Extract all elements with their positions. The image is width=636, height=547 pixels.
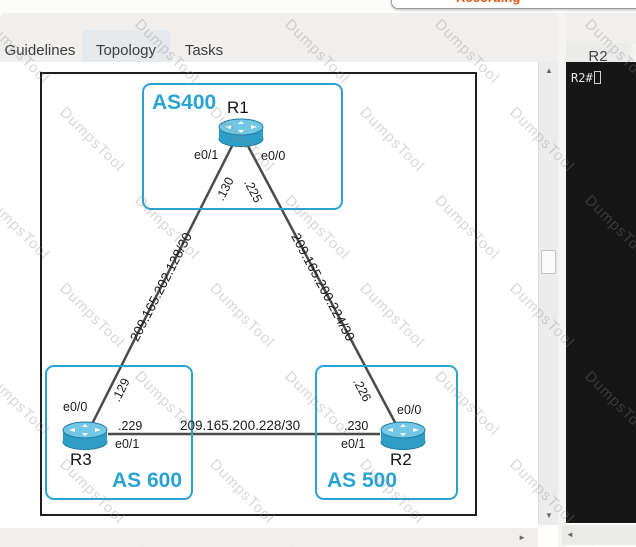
scroll-down-icon[interactable]: ▼ — [545, 512, 553, 520]
notification-popup: Recording — [391, 0, 636, 9]
r2-ip-230: .230 — [344, 419, 368, 433]
horizontal-scrollbar-terminal[interactable]: ◄ — [562, 525, 636, 545]
as400-label: AS400 — [152, 91, 216, 115]
as600-label: AS 600 — [112, 469, 182, 493]
router-icon — [380, 421, 426, 451]
as500-label: AS 500 — [327, 469, 397, 493]
router-r2-label: R2 — [390, 450, 412, 470]
r1-e00-label: e0/0 — [261, 149, 285, 163]
router-r2-icon[interactable] — [380, 421, 426, 451]
router-r3-icon[interactable] — [62, 421, 108, 451]
r1-e01-label: e0/1 — [194, 148, 218, 162]
tab-bar: Guidelines Topology Tasks R2 — [0, 13, 636, 62]
r3-ip-229: .229 — [118, 419, 142, 433]
router-r1-label: R1 — [227, 98, 249, 118]
horizontal-scrollbar-left-pane[interactable]: ► — [0, 528, 538, 547]
scroll-right-icon[interactable]: ► — [518, 534, 526, 542]
router-icon — [218, 118, 264, 148]
scroll-left-icon[interactable]: ◄ — [566, 531, 574, 539]
scroll-up-icon[interactable]: ▲ — [545, 67, 553, 75]
exam-sim-window: Recording Guidelines Topology Tasks R2 A… — [0, 0, 636, 547]
topology-diagram: AS400 AS 600 AS 500 — [40, 72, 477, 516]
pane-divider — [558, 13, 566, 547]
r3-e00-label: e0/0 — [63, 400, 87, 414]
r2-e01-label: e0/1 — [341, 437, 365, 451]
console-terminal[interactable]: R2# — [566, 62, 636, 523]
router-r1-icon[interactable] — [218, 118, 264, 148]
terminal-prompt-line: R2# — [571, 71, 601, 85]
vertical-scrollbar-thumb[interactable] — [541, 250, 556, 274]
topology-pane: AS400 AS 600 AS 500 — [0, 62, 538, 528]
subnet-label-200-228: 209.165.200.228/30 — [180, 418, 300, 433]
popup-text: Recording — [456, 0, 520, 5]
vertical-scrollbar[interactable]: ▲ ▼ — [538, 62, 558, 525]
router-icon — [62, 421, 108, 451]
terminal-prompt: R2# — [571, 71, 593, 85]
r3-e01-label: e0/1 — [115, 437, 139, 451]
r2-e00-label: e0/0 — [397, 403, 421, 417]
router-r3-label: R3 — [70, 450, 92, 470]
terminal-cursor — [594, 71, 601, 84]
